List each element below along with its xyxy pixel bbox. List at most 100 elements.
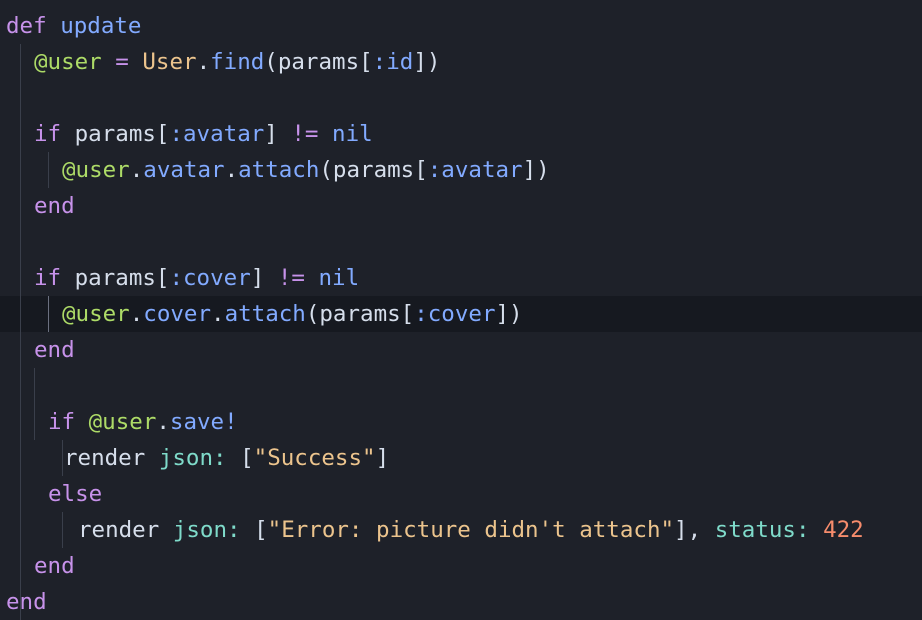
code-line-text: else xyxy=(48,476,102,512)
code-line-text: @user.cover.attach(params[:cover]) xyxy=(62,296,523,332)
code-token: nil xyxy=(332,121,373,147)
code-token: (params[ xyxy=(305,301,415,327)
code-line-text: def update xyxy=(6,8,141,44)
code-token: find xyxy=(210,49,265,75)
code-line-text: end xyxy=(34,332,75,368)
code-token: nil xyxy=(318,265,360,291)
code-token: cover xyxy=(143,301,212,327)
code-line-text: end xyxy=(34,548,75,584)
code-token: . xyxy=(196,49,211,75)
code-token: @user xyxy=(62,301,130,327)
code-token: if xyxy=(48,409,89,435)
code-line[interactable]: @user.cover.attach(params[:cover]) xyxy=(0,296,922,332)
code-token: end xyxy=(34,553,75,579)
code-token: else xyxy=(48,481,103,507)
code-token: . xyxy=(129,301,144,327)
code-line[interactable]: else xyxy=(0,476,922,512)
indent-guide xyxy=(20,44,21,620)
code-token: != xyxy=(277,265,305,291)
code-token: [ xyxy=(240,517,268,543)
code-line[interactable]: def update xyxy=(0,8,922,44)
code-token: @user xyxy=(62,157,130,183)
code-line[interactable]: @user.avatar.attach(params[:avatar]) xyxy=(0,152,922,188)
code-token: = xyxy=(101,49,143,75)
code-token: [ xyxy=(226,445,254,471)
code-token: json: xyxy=(172,517,241,543)
code-token: User xyxy=(142,49,197,75)
code-line[interactable]: end xyxy=(0,584,922,620)
code-token: 422 xyxy=(823,517,864,543)
code-token: params[ xyxy=(74,121,170,147)
code-token: if xyxy=(34,265,75,291)
code-line[interactable] xyxy=(0,80,922,116)
code-token: status: xyxy=(714,517,810,543)
code-line-text: @user = User.find(params[:id]) xyxy=(34,44,440,80)
code-line-text: @user.avatar.attach(params[:avatar]) xyxy=(62,152,550,188)
code-token: render xyxy=(64,445,159,471)
code-token: @user xyxy=(88,409,157,435)
code-token: :avatar xyxy=(169,121,265,147)
code-line-text: render json: ["Success"] xyxy=(64,440,389,476)
code-line[interactable]: end xyxy=(0,188,922,224)
code-line-text: if @user.save! xyxy=(48,404,238,440)
code-token: ] xyxy=(264,121,292,147)
code-token: end xyxy=(6,589,47,615)
code-token: update xyxy=(60,13,142,39)
code-token: :avatar xyxy=(427,157,523,183)
code-token: render xyxy=(78,517,173,543)
code-line[interactable]: end xyxy=(0,548,922,584)
code-line[interactable]: if params[:cover] != nil xyxy=(0,260,922,296)
code-line[interactable]: end xyxy=(0,332,922,368)
indent-guide xyxy=(62,440,63,476)
code-token: "Error: picture didn't attach" xyxy=(267,517,675,543)
code-token: if xyxy=(34,121,75,147)
code-line-text: if params[:cover] != nil xyxy=(34,260,359,296)
code-line-text: end xyxy=(6,584,47,620)
code-token: :cover xyxy=(414,301,496,327)
code-token: params[ xyxy=(74,265,170,291)
code-token: attach xyxy=(238,157,320,183)
code-line[interactable]: render json: ["Success"] xyxy=(0,440,922,476)
code-line[interactable]: render json: ["Error: picture didn't att… xyxy=(0,512,922,548)
code-token: attach xyxy=(224,301,306,327)
code-token: :cover xyxy=(169,265,251,291)
code-line-text: render json: ["Error: picture didn't att… xyxy=(78,512,864,548)
code-line-text: end xyxy=(34,188,75,224)
code-token: ] xyxy=(375,445,390,471)
code-token: :id xyxy=(372,49,414,75)
code-token: ], xyxy=(674,517,715,543)
code-token: . xyxy=(156,409,170,435)
code-token: (params[ xyxy=(319,157,428,183)
indent-guide xyxy=(62,512,63,548)
indent-guide xyxy=(34,368,35,440)
code-line[interactable]: @user = User.find(params[:id]) xyxy=(0,44,922,80)
indent-guide xyxy=(48,296,49,332)
code-token: != xyxy=(291,121,319,147)
code-token: (params[ xyxy=(264,49,373,75)
code-token: save! xyxy=(169,409,238,435)
indent-guide xyxy=(48,152,49,188)
code-token: ]) xyxy=(495,301,523,327)
code-line[interactable] xyxy=(0,368,922,404)
code-editor[interactable]: def update @user = User.find(params[:id])… xyxy=(0,0,922,620)
code-token: @user xyxy=(34,49,102,75)
code-line[interactable]: if params[:avatar] != nil xyxy=(0,116,922,152)
code-line[interactable]: if @user.save! xyxy=(0,404,922,440)
code-token: def xyxy=(6,13,61,39)
code-token: . xyxy=(224,157,239,183)
code-token: "Success" xyxy=(253,445,376,471)
code-line-text: if params[:avatar] != nil xyxy=(34,116,373,152)
code-line[interactable] xyxy=(0,224,922,260)
code-token: ]) xyxy=(522,157,550,183)
code-token: . xyxy=(129,157,144,183)
code-token: end xyxy=(34,193,75,219)
code-token: ] xyxy=(250,265,278,291)
code-token: avatar xyxy=(143,157,225,183)
code-token: json: xyxy=(158,445,227,471)
code-token: . xyxy=(211,301,225,327)
code-token: end xyxy=(34,337,75,363)
code-token: ]) xyxy=(413,49,441,75)
